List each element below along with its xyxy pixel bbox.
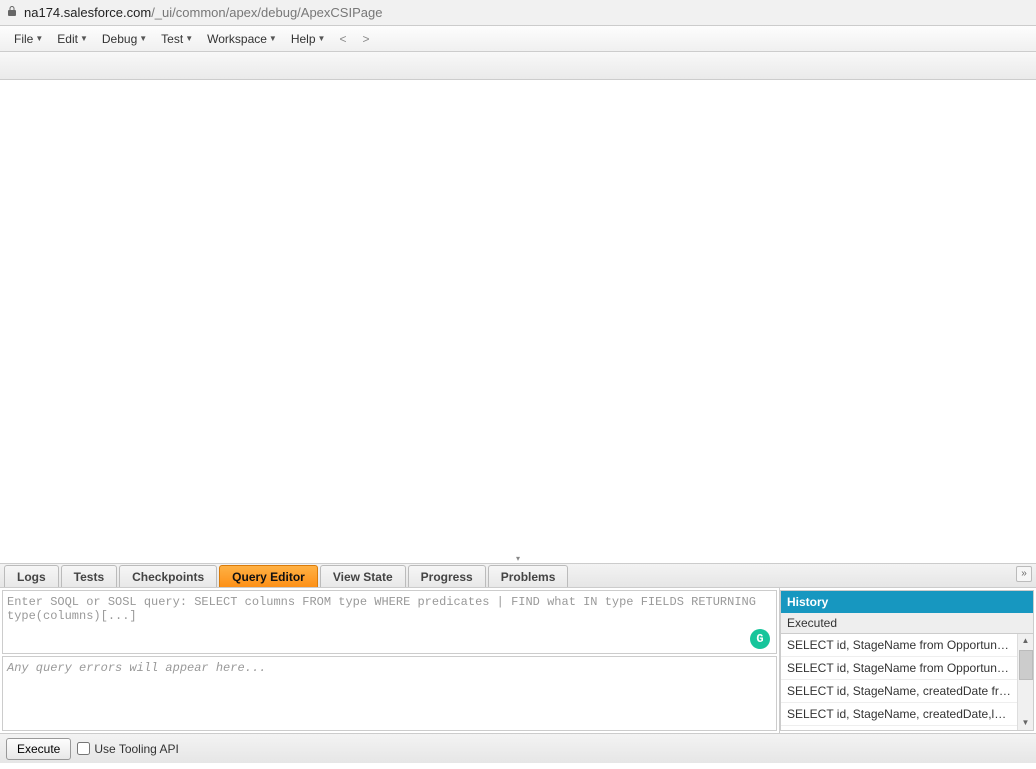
history-item[interactable]: SELECT id, StageName from Opportunity W.… (781, 657, 1017, 680)
tab-problems[interactable]: Problems (488, 565, 569, 587)
history-item[interactable]: SELECT id, StageName, createdDate from O… (781, 680, 1017, 703)
chevron-down-icon: ▼ (318, 34, 326, 43)
history-item[interactable]: SELECT id, StageName,lastModifiedDate fr… (781, 726, 1017, 730)
menu-test[interactable]: Test▼ (153, 30, 199, 48)
expand-panel-icon[interactable]: » (1016, 566, 1032, 582)
history-item[interactable]: SELECT id, StageName, createdDate,lastMo… (781, 703, 1017, 726)
splitter-handle-icon[interactable]: ▾ (503, 554, 533, 564)
menu-debug[interactable]: Debug▼ (94, 30, 153, 48)
tooling-api-checkbox[interactable] (77, 742, 90, 755)
history-subtitle: Executed (781, 613, 1033, 634)
tab-tests[interactable]: Tests (61, 565, 117, 587)
tooling-api-checkbox-wrap[interactable]: Use Tooling API (77, 742, 179, 756)
execute-bar: Execute Use Tooling API (0, 733, 1036, 763)
code-editor-area[interactable]: ▾ (0, 80, 1036, 564)
chevron-down-icon: ▼ (269, 34, 277, 43)
nav-back[interactable]: < (331, 30, 354, 48)
menu-workspace[interactable]: Workspace▼ (199, 30, 283, 48)
menu-file[interactable]: File▼ (6, 30, 49, 48)
tab-query-editor[interactable]: Query Editor (219, 565, 318, 587)
execute-button[interactable]: Execute (6, 738, 71, 760)
scroll-up-icon[interactable]: ▲ (1019, 634, 1033, 648)
soql-placeholder-text: Enter SOQL or SOSL query: SELECT columns… (7, 595, 756, 623)
history-item[interactable]: SELECT id, StageName from Opportunity W.… (781, 634, 1017, 657)
grammarly-icon[interactable]: G (750, 629, 770, 649)
query-error-output: Any query errors will appear here... (2, 656, 777, 731)
tab-view-state[interactable]: View State (320, 565, 406, 587)
menu-edit[interactable]: Edit▼ (49, 30, 94, 48)
history-title: History (781, 591, 1033, 613)
menu-bar: File▼ Edit▼ Debug▼ Test▼ Workspace▼ Help… (0, 26, 1036, 52)
bottom-panel: Logs Tests Checkpoints Query Editor View… (0, 564, 1036, 763)
history-panel: History Executed SELECT id, StageName fr… (780, 590, 1034, 731)
query-editor-area: Enter SOQL or SOSL query: SELECT columns… (0, 588, 1036, 733)
nav-forward[interactable]: > (354, 30, 377, 48)
tab-logs[interactable]: Logs (4, 565, 59, 587)
lock-icon (6, 5, 18, 20)
scroll-down-icon[interactable]: ▼ (1019, 716, 1033, 730)
url-domain: na174.salesforce.com (24, 5, 151, 20)
query-left-column: Enter SOQL or SOSL query: SELECT columns… (0, 588, 780, 733)
bottom-tab-strip: Logs Tests Checkpoints Query Editor View… (0, 564, 1036, 588)
menu-help[interactable]: Help▼ (283, 30, 332, 48)
soql-input[interactable]: Enter SOQL or SOSL query: SELECT columns… (2, 590, 777, 654)
chevron-down-icon: ▼ (80, 34, 88, 43)
history-scrollbar[interactable]: ▲ ▼ (1017, 634, 1033, 730)
tab-checkpoints[interactable]: Checkpoints (119, 565, 217, 587)
history-list: SELECT id, StageName from Opportunity W.… (781, 634, 1033, 730)
chevron-down-icon: ▼ (35, 34, 43, 43)
browser-address-bar: na174.salesforce.com/_ui/common/apex/deb… (0, 0, 1036, 26)
error-placeholder-text: Any query errors will appear here... (7, 661, 266, 675)
chevron-down-icon: ▼ (139, 34, 147, 43)
scroll-thumb[interactable] (1019, 650, 1033, 680)
tooling-api-label: Use Tooling API (94, 742, 179, 756)
tab-progress[interactable]: Progress (408, 565, 486, 587)
chevron-down-icon: ▼ (185, 34, 193, 43)
toolbar-spacer (0, 52, 1036, 80)
url-path: /_ui/common/apex/debug/ApexCSIPage (151, 5, 382, 20)
